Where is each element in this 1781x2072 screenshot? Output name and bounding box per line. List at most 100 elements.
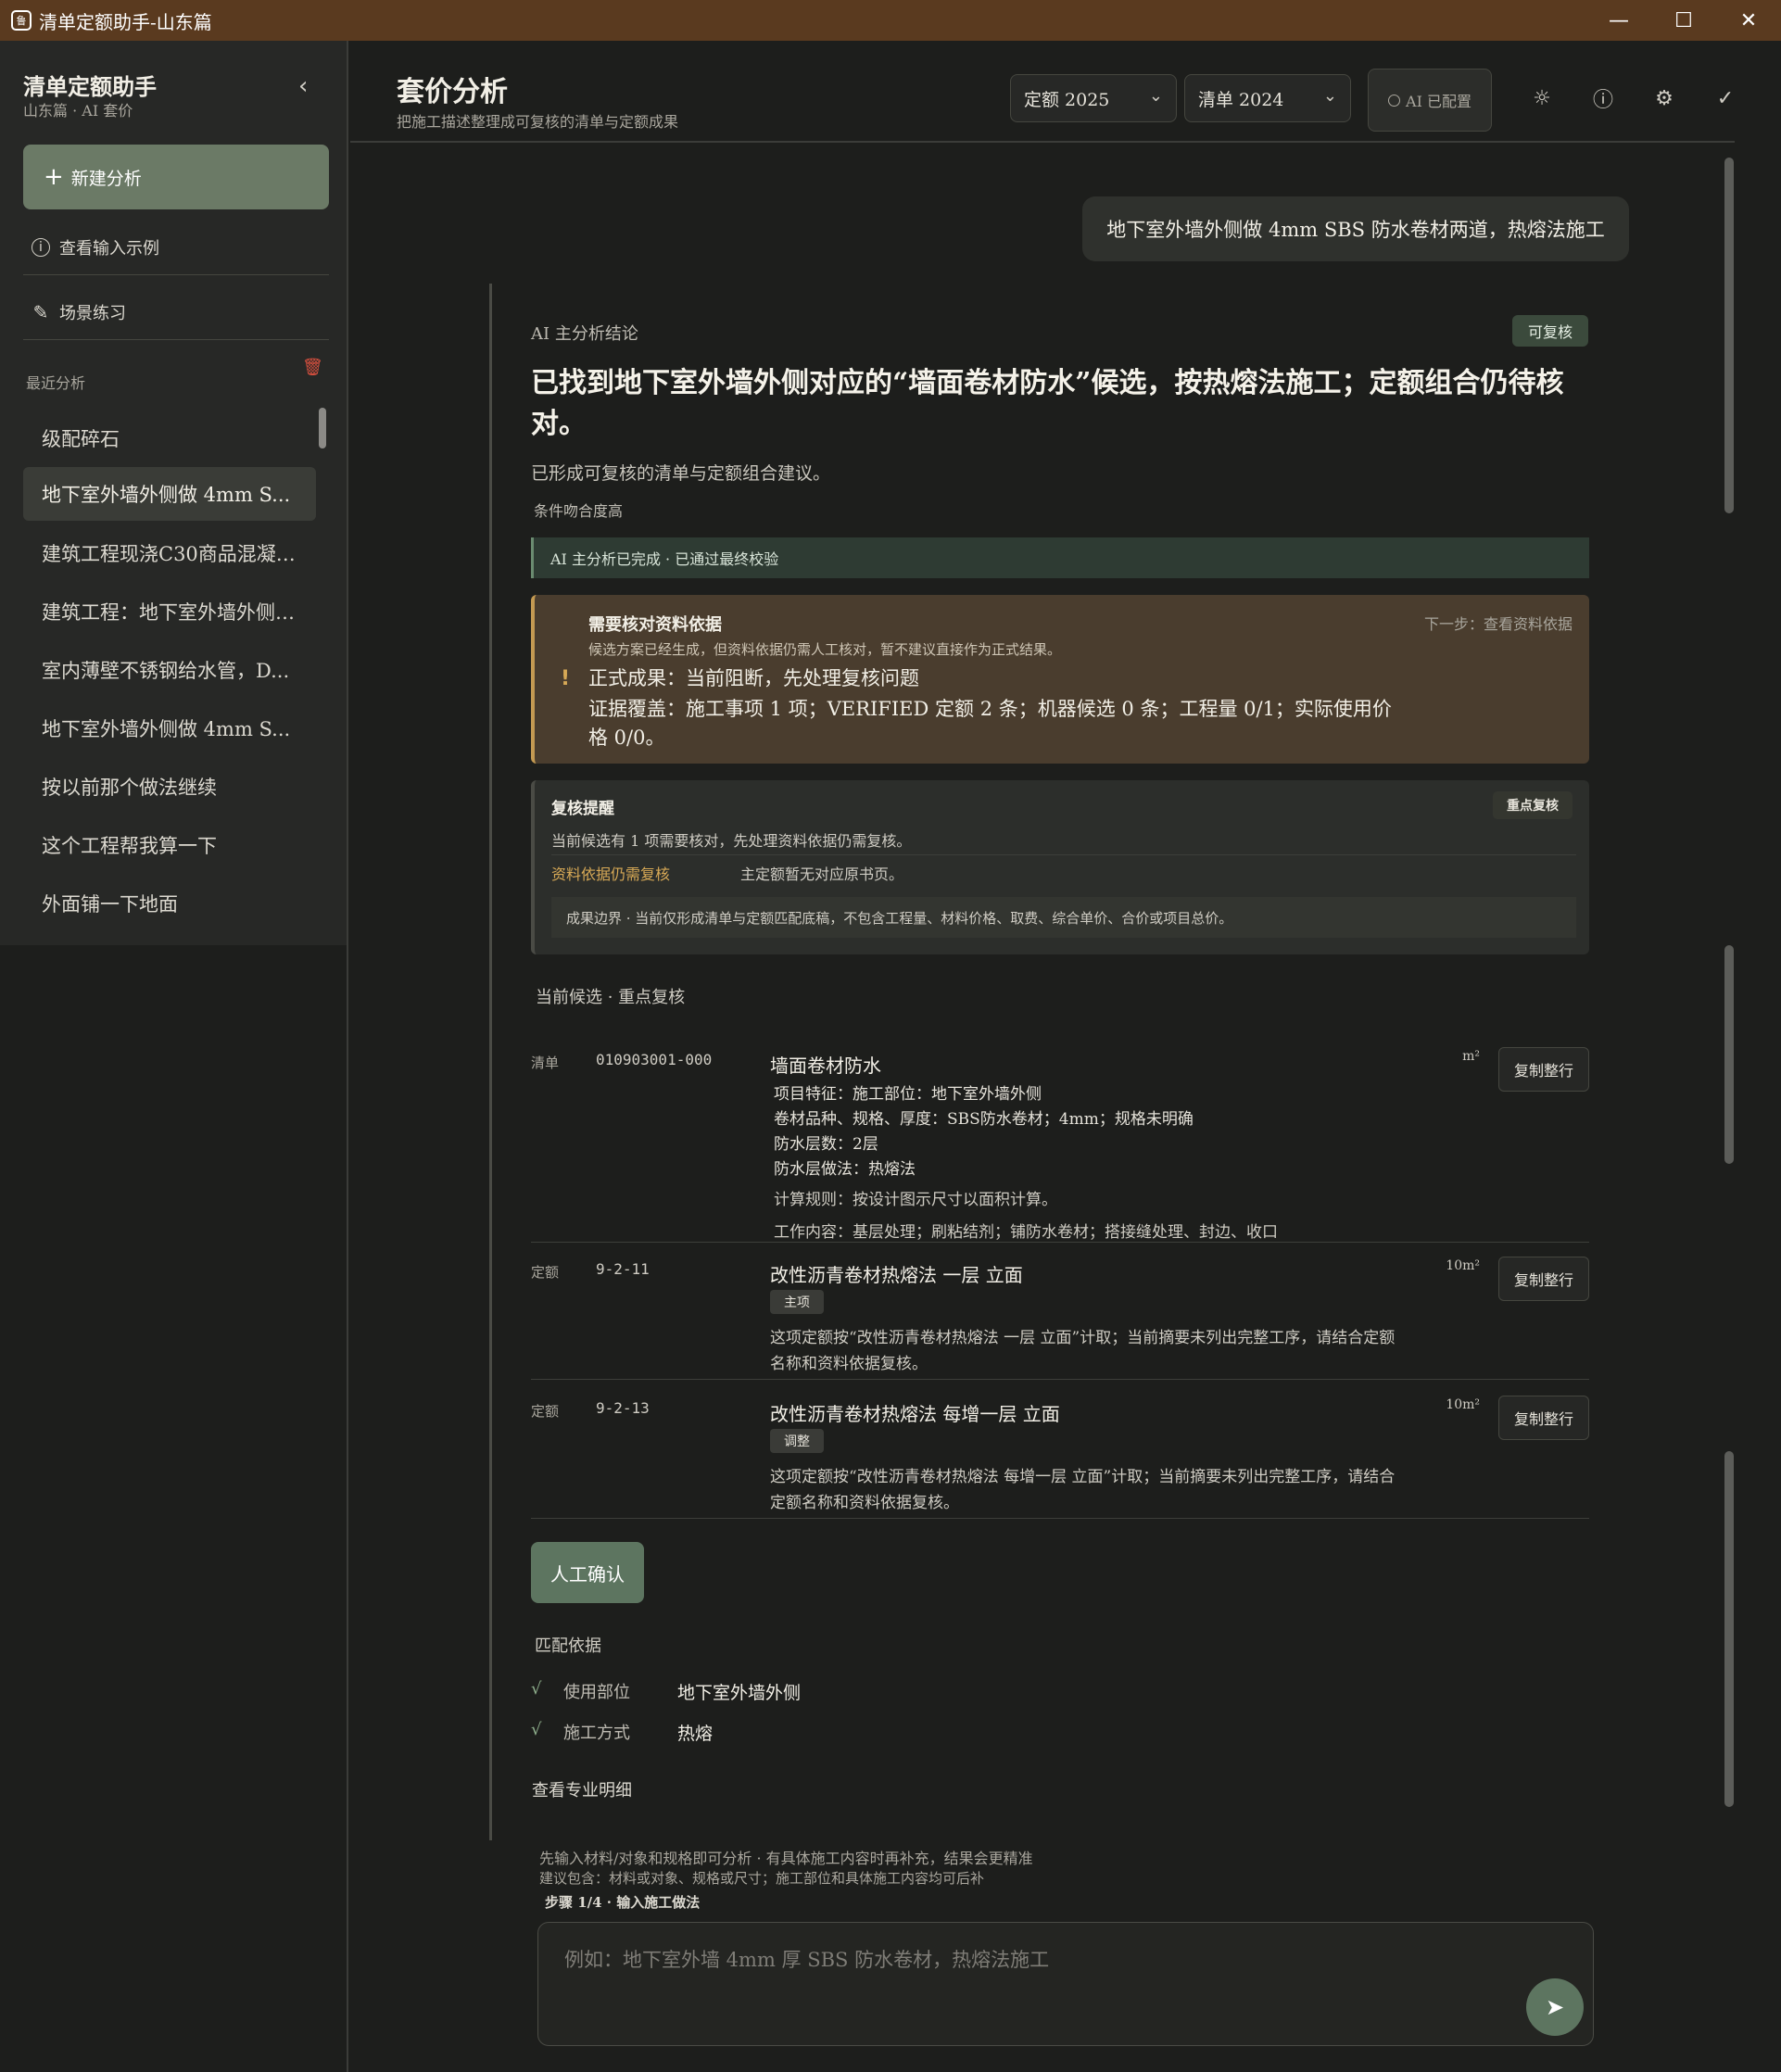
manual-confirm-button[interactable]: 人工确认 [531, 1542, 644, 1603]
row-unit: 10m² [1446, 1258, 1480, 1273]
sun-icon[interactable]: ☼ [1527, 83, 1557, 113]
composer-hint: 先输入材料/对象和规格即可分析 · 有具体施工内容时再补充，结果会更精准 [539, 1850, 1033, 1867]
evidence-coverage: 证据覆盖：施工事项 1 项；VERIFIED 定额 2 条；机器候选 0 条；工… [588, 698, 1392, 749]
gear-icon[interactable]: ⚙ [1649, 83, 1679, 113]
review-divider [551, 854, 1576, 855]
pencil-icon: ✎ [32, 301, 49, 323]
view-examples-label: 查看输入示例 [59, 239, 159, 259]
review-description: 当前候选有 1 项需要核对，先处理资料依据仍需复核。 [551, 832, 912, 850]
page-subtitle: 把施工描述整理成可复核的清单与定额成果 [397, 113, 679, 131]
recent-label: 最近分析 [26, 374, 86, 392]
collapse-sidebar-icon[interactable]: ‹ [298, 72, 308, 100]
recent-item[interactable]: 外面铺一下地面 [23, 877, 316, 930]
plus-icon: + [44, 163, 64, 191]
sidebar-divider [23, 339, 329, 340]
main-scrollbar[interactable] [1724, 158, 1734, 513]
row-name: 改性沥青卷材热熔法 一层 立面 [770, 1264, 1023, 1286]
copy-row-button[interactable]: 复制整行 [1498, 1396, 1589, 1440]
review-reminder-card: 复核提醒 重点复核 当前候选有 1 项需要核对，先处理资料依据仍需复核。 资料依… [531, 780, 1589, 954]
feature-line: 卷材品种、规格、厚度：SBS防水卷材；4mm；规格未明确 [774, 1110, 1194, 1129]
recent-item[interactable]: 建筑工程现浇C30商品混凝… [23, 526, 316, 580]
main-scrollbar[interactable] [1724, 945, 1734, 1164]
recent-item[interactable]: 室内薄壁不锈钢给水管，D... [23, 643, 316, 697]
review-title: 复核提醒 [551, 800, 614, 818]
row-divider [531, 1242, 1589, 1243]
sidebar-scrollbar[interactable] [319, 408, 326, 449]
row-kind: 定额 [531, 1264, 560, 1281]
row-code: 9-2-13 [596, 1399, 650, 1417]
chat-area: 地下室外墙外侧做 4mm SBS 防水卷材两道，热熔法施工 AI 主分析结论 可… [350, 145, 1735, 2072]
basis-key: 使用部位 [563, 1683, 630, 1702]
check-icon: √ [531, 1679, 542, 1699]
feature-line: 防水层数：2层 [774, 1135, 878, 1154]
list-item-row: 清单 010903001-000 墙面卷材防水 m² 复制整行 项目特征：施工部… [531, 1038, 1589, 1242]
minimize-button[interactable]: — [1586, 0, 1651, 41]
chevron-down-icon: ⌄ [1148, 86, 1163, 106]
new-analysis-button[interactable]: + 新建分析 [23, 145, 329, 209]
step-indicator: 步骤 1/4 · 输入施工做法 [545, 1894, 701, 1911]
recent-item[interactable]: 地下室外墙外侧做 4mm S... [23, 701, 316, 755]
chevron-down-icon: ⌄ [1322, 86, 1337, 106]
info-icon[interactable]: ⓘ [1588, 83, 1618, 113]
main-scrollbar[interactable] [1724, 1451, 1734, 1807]
recent-item-active[interactable]: 地下室外墙外侧做 4mm S... [23, 467, 316, 521]
conclusion-headline: 已找到地下室外墙外侧对应的“墙面卷材防水”候选，按热熔法施工；定额组合仍待核对。 [531, 367, 1564, 440]
check-icon[interactable]: ✓ [1711, 83, 1740, 113]
maximize-button[interactable]: ☐ [1651, 0, 1716, 41]
row-kind: 定额 [531, 1403, 560, 1420]
formal-result-status: 正式成果：当前阻断，先处理复核问题 [588, 667, 919, 689]
ai-conclusion-label: AI 主分析结论 [531, 324, 638, 344]
ai-status-label: AI 已配置 [1406, 93, 1472, 110]
basis-value: 热熔 [677, 1724, 714, 1744]
scenario-practice-label: 场景练习 [59, 304, 126, 323]
send-icon[interactable]: ➤ [1526, 1978, 1584, 2036]
copy-row-button[interactable]: 复制整行 [1498, 1047, 1589, 1092]
message-input[interactable] [564, 1943, 1491, 1977]
view-examples-link[interactable]: i 查看输入示例 [32, 235, 159, 259]
row-kind: 清单 [531, 1055, 560, 1071]
recent-item[interactable]: 建筑工程：地下室外墙外侧… [23, 585, 316, 638]
close-button[interactable]: ✕ [1716, 0, 1781, 41]
quota-row: 定额 9-2-13 改性沥青卷材热熔法 每增一层 立面 10m² 复制整行 调整… [531, 1386, 1589, 1516]
row-note: 这项定额按“改性沥青卷材热熔法 每增一层 立面”计取；当前摘要未列出完整工序，请… [770, 1468, 1396, 1512]
scenario-practice-link[interactable]: ✎ 场景练习 [32, 300, 126, 324]
warning-icon: ! [561, 667, 571, 690]
feature-line: 项目特征：施工部位：地下室外墙外侧 [774, 1085, 1042, 1104]
sidebar-empty-area [0, 945, 348, 2072]
quota-version-select[interactable]: 定额 2025 ⌄ [1010, 74, 1177, 122]
app-icon: 鲁 [11, 10, 32, 31]
review-badge: 重点复核 [1493, 791, 1573, 819]
next-step-link[interactable]: 下一步：查看资料依据 [1424, 612, 1573, 634]
calc-rule: 计算规则：按设计图示尺寸以面积计算。 [774, 1191, 1057, 1209]
basis-key: 施工方式 [563, 1724, 630, 1743]
row-role-tag: 调整 [770, 1429, 824, 1453]
warning-title: 需要核对资料依据 [588, 615, 722, 635]
new-analysis-label: 新建分析 [70, 168, 142, 189]
row-name: 改性沥青卷材热熔法 每增一层 立面 [770, 1403, 1060, 1425]
composer: ➤ [537, 1922, 1594, 2046]
match-level-tag: 条件吻合度高 [534, 502, 624, 520]
check-icon: √ [531, 1720, 542, 1739]
recent-item[interactable]: 按以前那个做法继续 [23, 760, 316, 814]
trash-icon[interactable]: 🗑 [302, 358, 323, 377]
list-version-select[interactable]: 清单 2024 ⌄ [1184, 74, 1351, 122]
list-version-value: 清单 2024 [1198, 89, 1284, 110]
row-code: 010903001-000 [596, 1051, 713, 1068]
status-dot-icon [1388, 94, 1401, 107]
copy-row-button[interactable]: 复制整行 [1498, 1257, 1589, 1301]
review-issue-value: 主定额暂无对应原书页。 [740, 865, 904, 883]
ai-status-button[interactable]: AI 已配置 [1368, 69, 1492, 132]
review-issue-key[interactable]: 资料依据仍需复核 [551, 862, 670, 884]
view-details-link[interactable]: 查看专业明细 [532, 1777, 632, 1801]
match-basis-label: 匹配依据 [535, 1636, 601, 1656]
window-title: 清单定额助手-山东篇 [39, 10, 212, 33]
conclusion-subtext: 已形成可复核的清单与定额组合建议。 [531, 463, 831, 484]
row-role-tag: 主项 [770, 1290, 824, 1314]
result-boundary-note: 成果边界 · 当前仅形成清单与定额匹配底稿，不包含工程量、材料价格、取费、综合单… [551, 897, 1576, 938]
analysis-done-banner: AI 主分析已完成 · 已通过最终校验 [531, 537, 1589, 578]
quota-row: 定额 9-2-11 改性沥青卷材热熔法 一层 立面 10m² 复制整行 主项 这… [531, 1247, 1589, 1377]
row-name: 墙面卷材防水 [770, 1055, 881, 1077]
recent-item[interactable]: 这个工程帮我算一下 [23, 818, 316, 872]
recent-item[interactable]: 级配碎石 [23, 411, 316, 465]
window-titlebar: 鲁 清单定额助手-山东篇 — ☐ ✕ [0, 0, 1781, 41]
